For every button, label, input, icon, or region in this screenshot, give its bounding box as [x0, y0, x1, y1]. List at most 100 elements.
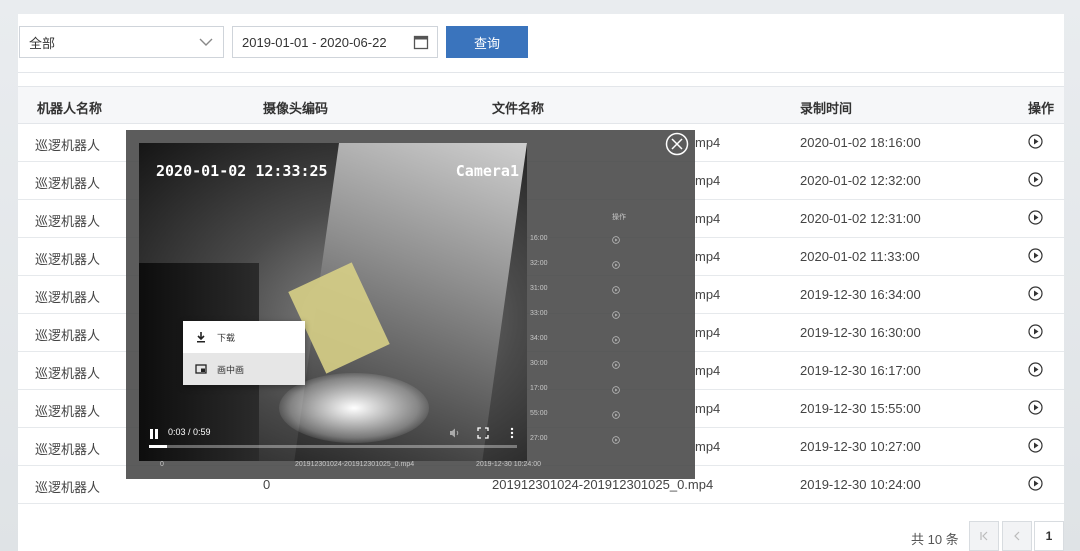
calendar-icon[interactable] — [413, 34, 429, 50]
cell-robot-name: 巡逻机器人 — [35, 366, 101, 381]
play-icon[interactable] — [1028, 248, 1043, 263]
cell-robot-name: 巡逻机器人 — [35, 138, 101, 153]
cell-camera-code: 0 — [263, 477, 271, 492]
volume-icon[interactable] — [449, 427, 461, 439]
ghost-play-icon — [612, 361, 620, 369]
cell-record-time: 2019-12-30 10:24:00 — [800, 477, 921, 492]
ghost-time-cell: 27:00 — [530, 435, 548, 442]
menu-item-pip[interactable]: 画中画 — [183, 353, 305, 385]
context-menu: 下载 画中画 — [183, 321, 305, 385]
play-icon[interactable] — [1028, 286, 1043, 301]
total-count: 共 10 条 — [911, 532, 959, 547]
ghost-time-cell: 32:00 — [530, 260, 548, 267]
ghost-time: 2019-12-30 10:24:00 — [476, 461, 541, 468]
cell-robot-name: 巡逻机器人 — [35, 404, 101, 419]
ghost-time-cell: 55:00 — [530, 410, 548, 417]
menu-item-pip-label: 画中画 — [217, 364, 245, 375]
header-camera-code: 摄像头编码 — [263, 101, 329, 116]
play-icon[interactable] — [1028, 324, 1043, 339]
cell-record-time: 2020-01-02 18:16:00 — [800, 135, 921, 150]
cell-file-name: mp4 — [695, 211, 721, 226]
cell-file-name: mp4 — [695, 173, 721, 188]
video-progress-track[interactable] — [149, 445, 517, 448]
cell-robot-name: 巡逻机器人 — [35, 328, 101, 343]
first-page-button[interactable] — [969, 521, 999, 551]
ghost-time-cell: 31:00 — [530, 285, 548, 292]
picture-in-picture-icon — [195, 364, 207, 374]
cell-record-time: 2019-12-30 10:27:00 — [800, 439, 921, 454]
cell-record-time: 2020-01-02 12:31:00 — [800, 211, 921, 226]
video-player[interactable]: 2020-01-02 12:33:25 Camera1 下载 画中画 0:03 … — [139, 143, 527, 461]
ghost-play-icon — [612, 261, 620, 269]
cell-record-time: 2020-01-02 11:33:00 — [800, 249, 920, 264]
pause-icon[interactable] — [149, 429, 159, 439]
ghost-time-cell: 17:00 — [530, 385, 548, 392]
cell-record-time: 2019-12-30 16:17:00 — [800, 363, 921, 378]
cell-record-time: 2019-12-30 15:55:00 — [800, 401, 921, 416]
cell-file-name: mp4 — [695, 135, 721, 150]
play-icon[interactable] — [1028, 172, 1043, 187]
robot-select[interactable]: 全部 — [19, 26, 224, 58]
ghost-play-icon — [612, 286, 620, 294]
date-range-input[interactable]: 2019-01-01 - 2020-06-22 — [232, 26, 438, 58]
play-icon[interactable] — [1028, 210, 1043, 225]
header-action: 操作 — [1028, 101, 1055, 116]
robot-select-value: 全部 — [29, 35, 56, 51]
query-button[interactable]: 查询 — [446, 26, 528, 58]
ghost-camera: 0 — [160, 461, 164, 468]
ghost-time-cell: 30:00 — [530, 360, 548, 367]
ghost-play-icon — [612, 436, 620, 444]
download-icon — [197, 332, 205, 343]
ghost-play-icon — [612, 411, 620, 419]
play-icon[interactable] — [1028, 438, 1043, 453]
fullscreen-icon[interactable] — [477, 427, 489, 439]
menu-item-download-label: 下载 — [217, 332, 236, 343]
ghost-header-action: 操作 — [612, 214, 626, 221]
cell-robot-name: 巡逻机器人 — [35, 252, 101, 267]
cell-robot-name: 巡逻机器人 — [35, 442, 101, 457]
cell-file-name: mp4 — [695, 325, 721, 340]
first-page-icon — [980, 531, 988, 541]
chevron-down-icon — [199, 38, 213, 46]
cell-robot-name: 巡逻机器人 — [35, 480, 101, 495]
play-icon[interactable] — [1028, 476, 1043, 491]
header-robot-name: 机器人名称 — [37, 101, 103, 116]
cell-file-name: mp4 — [695, 287, 721, 302]
page-1-button[interactable]: 1 — [1034, 521, 1064, 551]
cell-file-name: mp4 — [695, 363, 721, 378]
cell-record-time: 2019-12-30 16:30:00 — [800, 325, 921, 340]
cell-robot-name: 巡逻机器人 — [35, 214, 101, 229]
table-header: 机器人名称 摄像头编码 文件名称 录制时间 操作 — [18, 86, 1064, 124]
cell-robot-name: 巡逻机器人 — [35, 290, 101, 305]
divider — [18, 72, 1064, 73]
header-record-time: 录制时间 — [800, 101, 853, 116]
cell-record-time: 2019-12-30 16:34:00 — [800, 287, 921, 302]
play-icon[interactable] — [1028, 400, 1043, 415]
cell-file-name: mp4 — [695, 249, 721, 264]
cell-file-name: 201912301024-201912301025_0.mp4 — [492, 477, 714, 492]
prev-page-button[interactable] — [1002, 521, 1032, 551]
ghost-play-icon — [612, 336, 620, 344]
play-icon[interactable] — [1028, 134, 1043, 149]
ghost-time-cell: 33:00 — [530, 310, 548, 317]
close-icon[interactable] — [665, 132, 689, 156]
cell-file-name: mp4 — [695, 401, 721, 416]
date-range-value: 2019-01-01 - 2020-06-22 — [242, 34, 387, 50]
cell-file-name: mp4 — [695, 439, 721, 454]
header-file-name: 文件名称 — [492, 101, 545, 116]
cell-record-time: 2020-01-02 12:32:00 — [800, 173, 921, 188]
ghost-play-icon — [612, 236, 620, 244]
ghost-play-icon — [612, 311, 620, 319]
ghost-time-cell: 34:00 — [530, 335, 548, 342]
video-time: 0:03 / 0:59 — [168, 427, 211, 437]
menu-item-download[interactable]: 下载 — [183, 321, 305, 353]
video-timestamp: 2020-01-02 12:33:25 — [156, 162, 328, 180]
cell-robot-name: 巡逻机器人 — [35, 176, 101, 191]
video-modal: 操作 16:00 32:00 31:00 33:00 34:00 30:00 17:00 55… — [126, 130, 695, 479]
play-icon[interactable] — [1028, 362, 1043, 377]
chevron-left-icon — [1014, 531, 1020, 541]
more-vertical-icon[interactable] — [506, 427, 518, 439]
video-controls: 0:03 / 0:59 — [139, 419, 527, 461]
ghost-play-icon — [612, 386, 620, 394]
ghost-time-cell: 16:00 — [530, 235, 548, 242]
